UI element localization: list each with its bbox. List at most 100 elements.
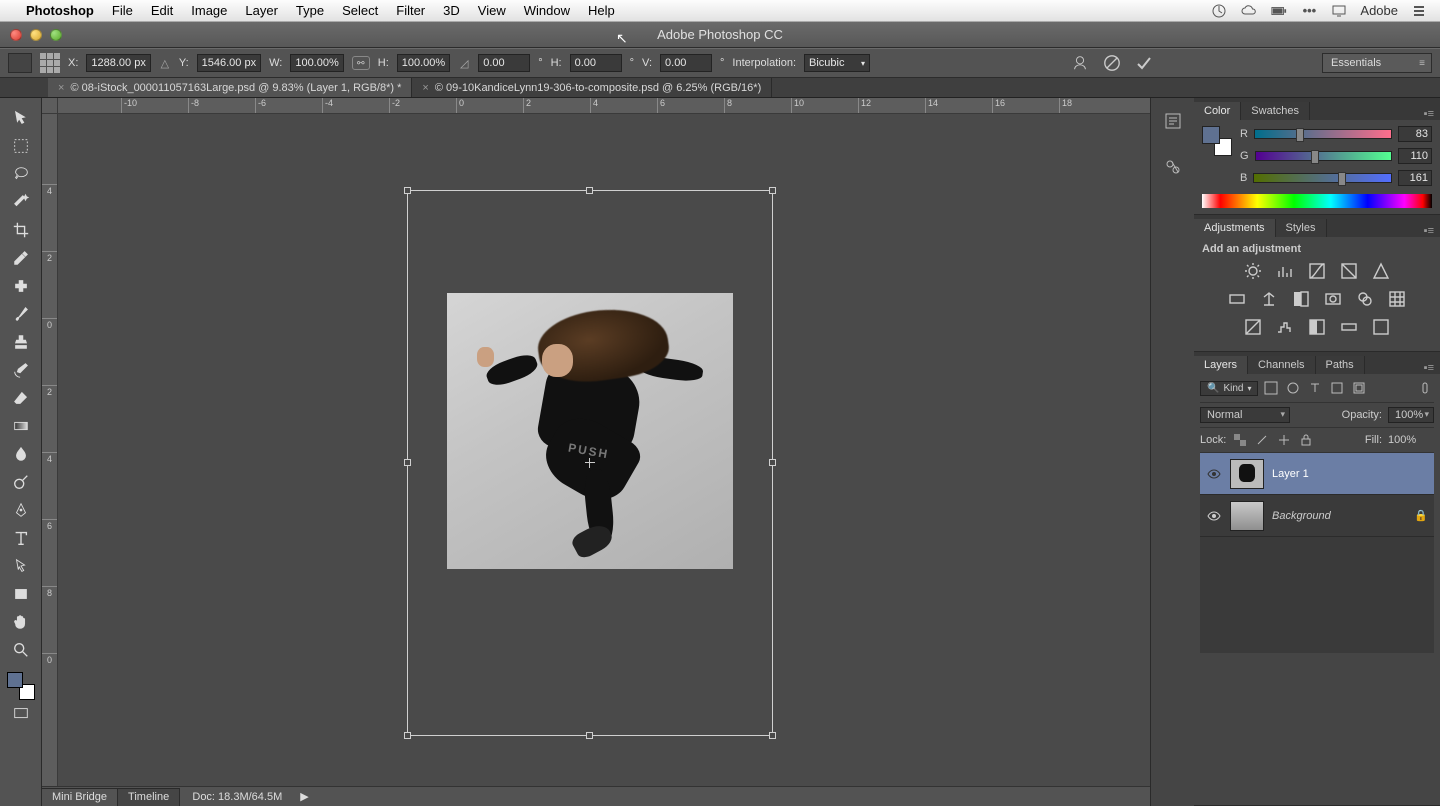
brightness-adjustment-icon[interactable] bbox=[1242, 261, 1264, 281]
document-tab-inactive[interactable]: × © 09-10KandiceLynn19-306-to-composite.… bbox=[412, 78, 772, 97]
screen-mode-icon[interactable] bbox=[7, 700, 35, 728]
tab-paths[interactable]: Paths bbox=[1316, 356, 1365, 374]
marquee-tool-icon[interactable] bbox=[7, 132, 35, 160]
tab-mini-bridge[interactable]: Mini Bridge bbox=[42, 789, 118, 806]
menu-type[interactable]: Type bbox=[296, 3, 324, 18]
filter-shape-icon[interactable] bbox=[1328, 380, 1346, 396]
filter-type-icon[interactable] bbox=[1306, 380, 1324, 396]
g-value[interactable]: 110 bbox=[1398, 148, 1432, 164]
bw-adjustment-icon[interactable] bbox=[1290, 289, 1312, 309]
layer-item-layer1[interactable]: Layer 1 bbox=[1200, 453, 1434, 495]
commit-transform-button[interactable] bbox=[1132, 51, 1156, 75]
panel-menu-icon[interactable]: ▪≡ bbox=[1418, 362, 1440, 374]
filter-smart-icon[interactable] bbox=[1350, 380, 1368, 396]
eraser-tool-icon[interactable] bbox=[7, 384, 35, 412]
status-arrow-icon[interactable]: ▶ bbox=[300, 790, 308, 803]
transform-bounding-box[interactable] bbox=[407, 190, 773, 736]
visibility-toggle-icon[interactable] bbox=[1206, 509, 1222, 523]
menu-window[interactable]: Window bbox=[524, 3, 570, 18]
curves-adjustment-icon[interactable] bbox=[1306, 261, 1328, 281]
x-field[interactable]: 1288.00 px bbox=[86, 54, 150, 72]
gradient-map-adjustment-icon[interactable] bbox=[1338, 317, 1360, 337]
tab-channels[interactable]: Channels bbox=[1248, 356, 1315, 374]
move-tool-icon[interactable] bbox=[7, 104, 35, 132]
app-name[interactable]: Photoshop bbox=[26, 3, 94, 18]
lock-all-icon[interactable] bbox=[1298, 432, 1314, 448]
layer-thumbnail[interactable] bbox=[1230, 501, 1264, 531]
dodge-tool-icon[interactable] bbox=[7, 468, 35, 496]
ruler-horizontal[interactable]: -10 -8 -6 -4 -2 0 2 4 6 8 10 12 14 16 18 bbox=[58, 98, 1150, 114]
lock-transparent-icon[interactable] bbox=[1232, 432, 1248, 448]
filter-toggle-icon[interactable] bbox=[1416, 380, 1434, 396]
hand-tool-icon[interactable] bbox=[7, 608, 35, 636]
tab-adjustments[interactable]: Adjustments bbox=[1194, 219, 1276, 237]
b-slider[interactable] bbox=[1253, 173, 1392, 183]
type-tool-icon[interactable] bbox=[7, 524, 35, 552]
reference-point-icon[interactable] bbox=[40, 53, 60, 73]
battery-icon[interactable] bbox=[1270, 2, 1288, 20]
lock-position-icon[interactable] bbox=[1276, 432, 1292, 448]
color-swatches[interactable] bbox=[7, 672, 35, 700]
menu-image[interactable]: Image bbox=[191, 3, 227, 18]
blur-tool-icon[interactable] bbox=[7, 440, 35, 468]
sync-icon[interactable] bbox=[1210, 2, 1228, 20]
menu-extra-icon[interactable]: ••• bbox=[1300, 2, 1318, 20]
menu-select[interactable]: Select bbox=[342, 3, 378, 18]
exposure-adjustment-icon[interactable] bbox=[1338, 261, 1360, 281]
zoom-window-button[interactable] bbox=[50, 29, 62, 41]
menu-3d[interactable]: 3D bbox=[443, 3, 460, 18]
y-field[interactable]: 1546.00 px bbox=[197, 54, 261, 72]
rotation-field[interactable]: 0.00 bbox=[478, 54, 530, 72]
skew-v-field[interactable]: 0.00 bbox=[660, 54, 712, 72]
transform-handle-ml[interactable] bbox=[404, 459, 411, 466]
menu-help[interactable]: Help bbox=[588, 3, 615, 18]
history-panel-icon[interactable] bbox=[1160, 108, 1186, 134]
channel-mixer-adjustment-icon[interactable] bbox=[1354, 289, 1376, 309]
skew-h-field[interactable]: 0.00 bbox=[570, 54, 622, 72]
transform-handle-tl[interactable] bbox=[404, 187, 411, 194]
fill-field[interactable]: 100% bbox=[1388, 434, 1434, 446]
tab-styles[interactable]: Styles bbox=[1276, 219, 1327, 237]
magic-wand-tool-icon[interactable] bbox=[7, 188, 35, 216]
stamp-tool-icon[interactable] bbox=[7, 328, 35, 356]
transform-handle-tr[interactable] bbox=[769, 187, 776, 194]
vibrance-adjustment-icon[interactable] bbox=[1370, 261, 1392, 281]
filter-kind-select[interactable]: 🔍Kind ▾ bbox=[1200, 381, 1258, 396]
w-field[interactable]: 100.00% bbox=[290, 54, 343, 72]
menu-file[interactable]: File bbox=[112, 3, 133, 18]
color-swatch-icon[interactable] bbox=[1202, 126, 1232, 156]
eyedropper-tool-icon[interactable] bbox=[7, 244, 35, 272]
photo-filter-adjustment-icon[interactable] bbox=[1322, 289, 1344, 309]
posterize-adjustment-icon[interactable] bbox=[1274, 317, 1296, 337]
history-brush-tool-icon[interactable] bbox=[7, 356, 35, 384]
document-tab-active[interactable]: × © 08-iStock_000011057163Large.psd @ 9.… bbox=[48, 78, 412, 97]
transform-handle-bc[interactable] bbox=[586, 732, 593, 739]
hue-adjustment-icon[interactable] bbox=[1226, 289, 1248, 309]
transform-handle-tc[interactable] bbox=[586, 187, 593, 194]
minimize-window-button[interactable] bbox=[30, 29, 42, 41]
transform-handle-bl[interactable] bbox=[404, 732, 411, 739]
r-value[interactable]: 83 bbox=[1398, 126, 1432, 142]
menu-edit[interactable]: Edit bbox=[151, 3, 173, 18]
properties-panel-icon[interactable] bbox=[1160, 154, 1186, 180]
rectangle-tool-icon[interactable] bbox=[7, 580, 35, 608]
color-balance-adjustment-icon[interactable] bbox=[1258, 289, 1280, 309]
lock-pixels-icon[interactable] bbox=[1254, 432, 1270, 448]
r-slider[interactable] bbox=[1254, 129, 1392, 139]
cancel-transform-button[interactable] bbox=[1100, 51, 1124, 75]
tab-swatches[interactable]: Swatches bbox=[1241, 102, 1310, 120]
filter-pixel-icon[interactable] bbox=[1262, 380, 1280, 396]
h-field[interactable]: 100.00% bbox=[397, 54, 450, 72]
layer-name[interactable]: Layer 1 bbox=[1272, 468, 1428, 480]
warp-icon[interactable] bbox=[1068, 51, 1092, 75]
ruler-vertical[interactable]: 4 2 0 2 4 6 8 0 bbox=[42, 114, 58, 786]
color-lookup-adjustment-icon[interactable] bbox=[1386, 289, 1408, 309]
transform-center-icon[interactable] bbox=[585, 458, 595, 468]
workspace-selector[interactable]: Essentials bbox=[1322, 53, 1432, 73]
aspect-link-icon[interactable]: ⚯ bbox=[352, 56, 370, 70]
transform-handle-mr[interactable] bbox=[769, 459, 776, 466]
panel-menu-icon[interactable]: ▪≡ bbox=[1418, 108, 1440, 120]
blend-mode-select[interactable]: Normal bbox=[1200, 407, 1290, 423]
doc-info[interactable]: © Doc: 18.3M/64.5M bbox=[169, 791, 282, 803]
tab-color[interactable]: Color bbox=[1194, 102, 1241, 120]
